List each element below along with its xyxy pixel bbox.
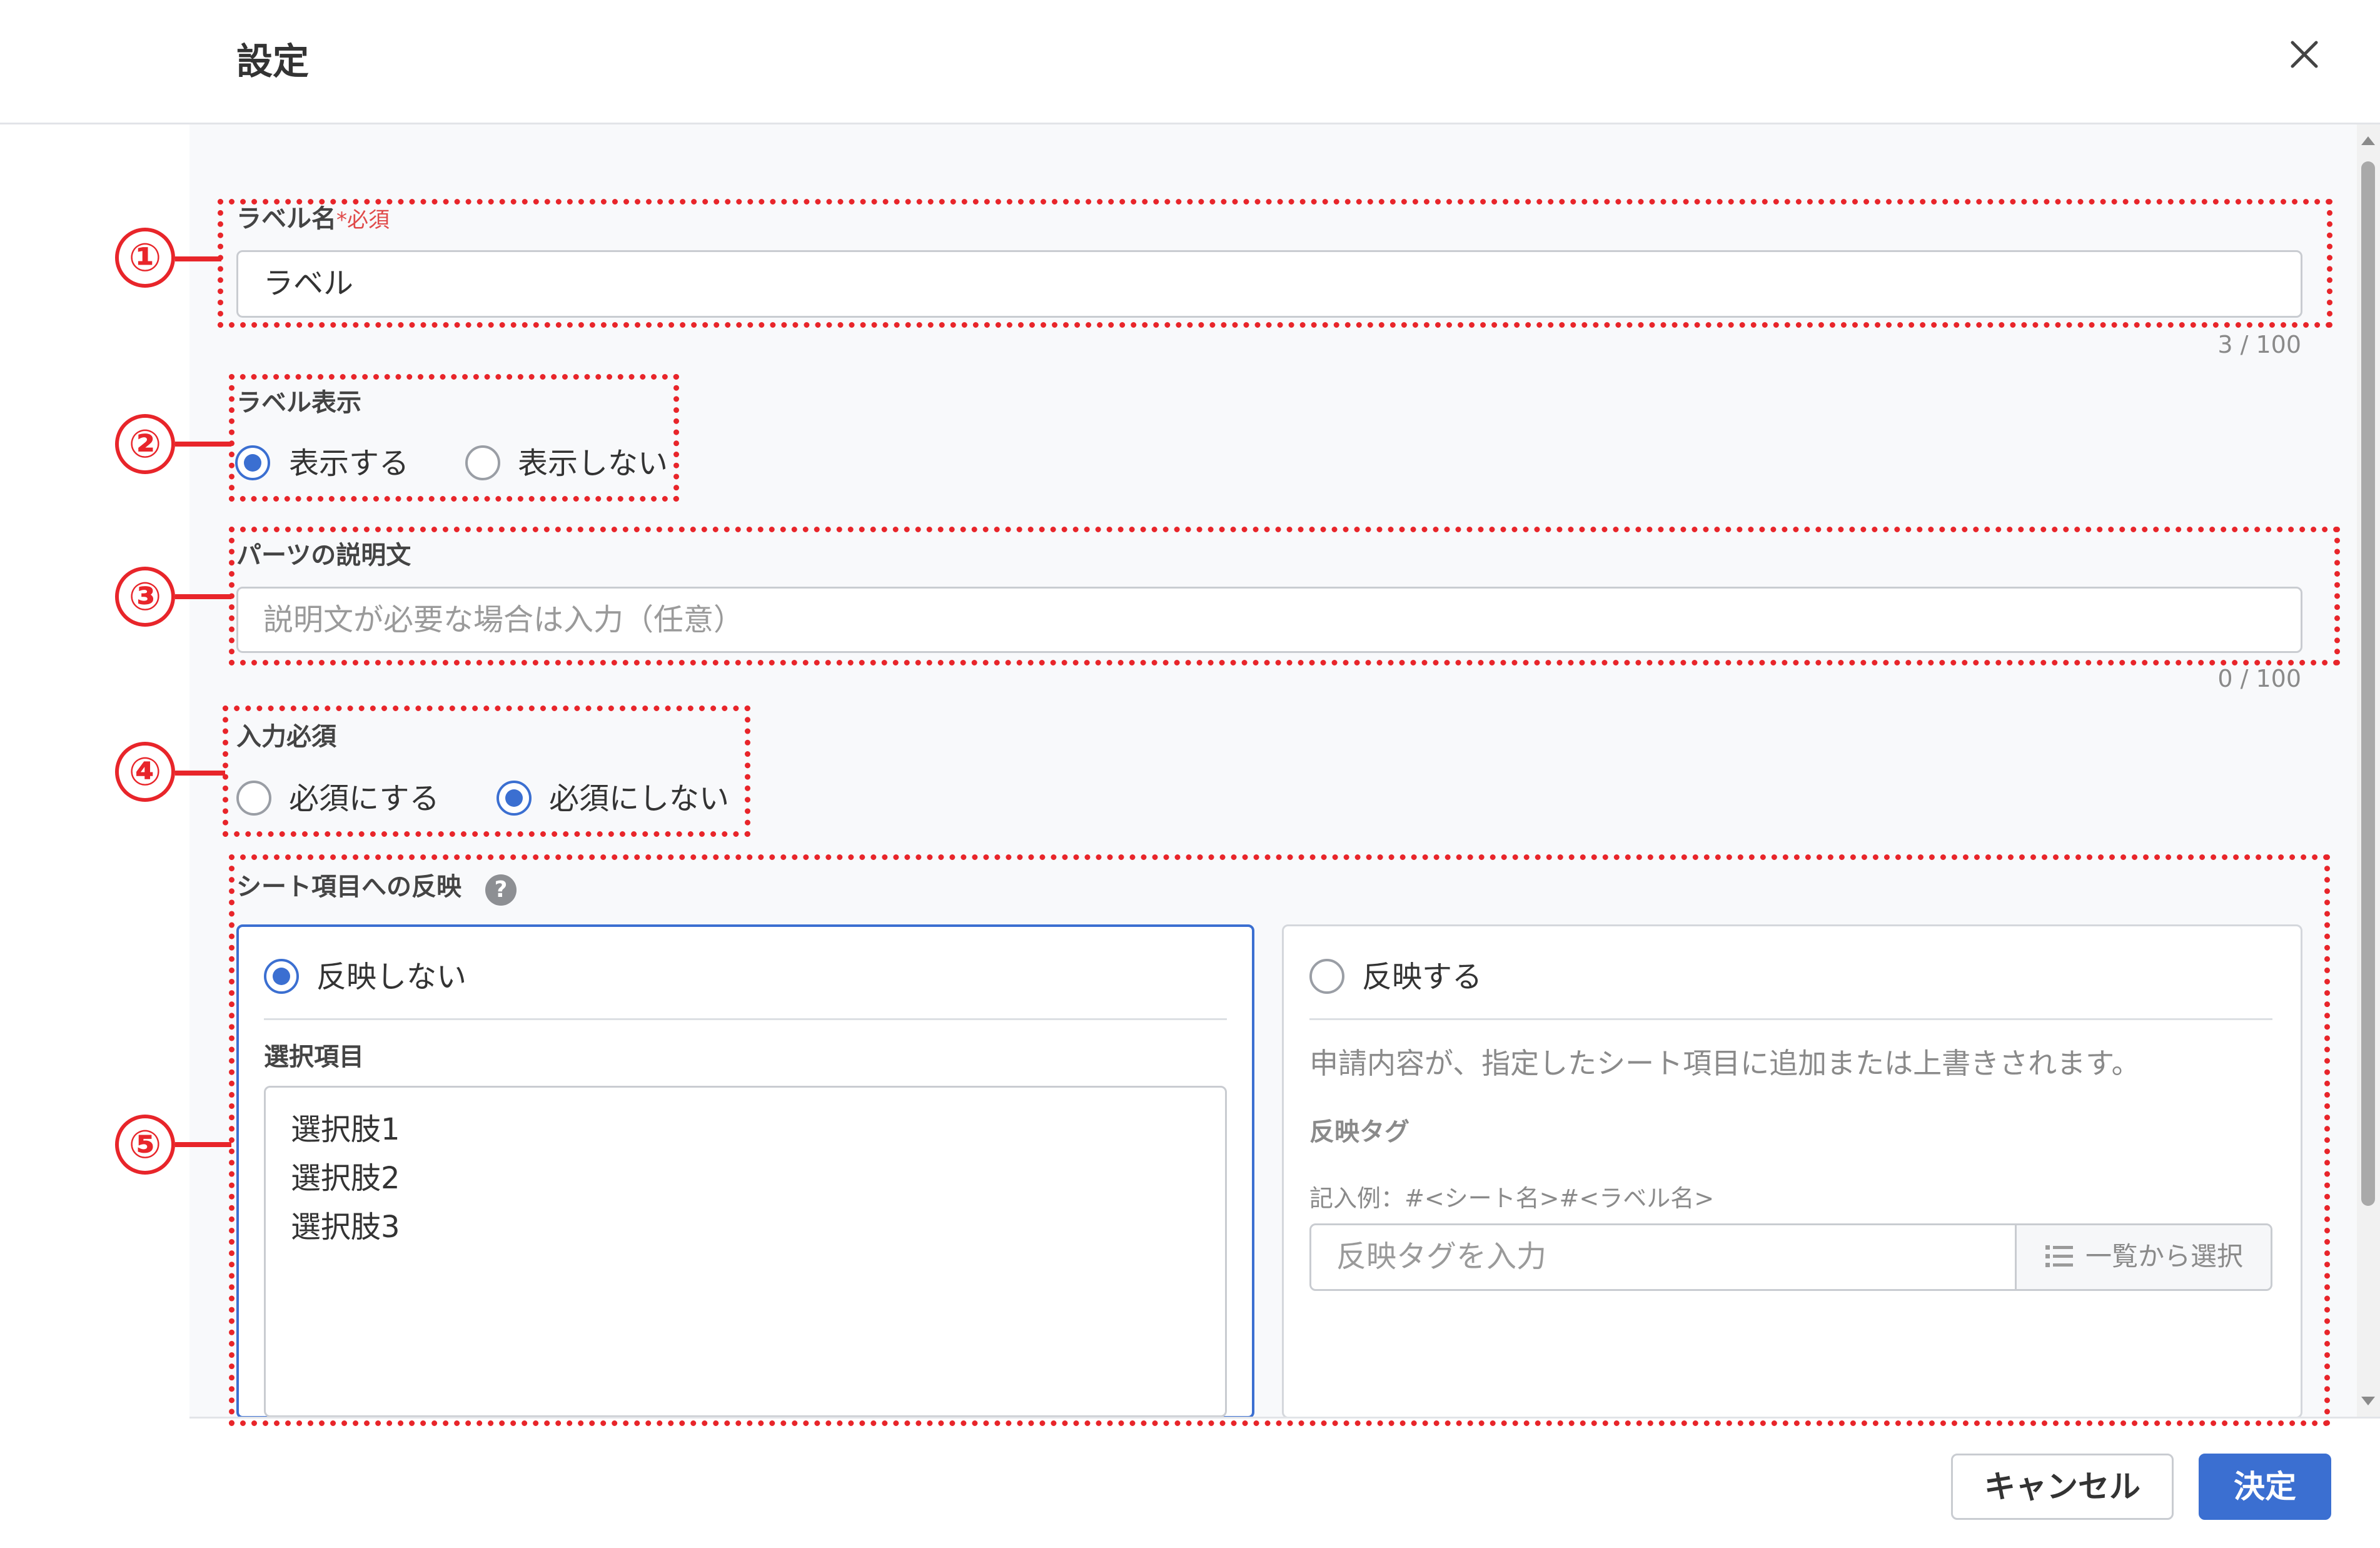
annotation-marker-5: ⑤ — [115, 1115, 175, 1175]
annotation-marker-4: ④ — [115, 742, 175, 802]
description-counter: 0 / 100 — [2217, 665, 2301, 692]
annotation-box-2 — [229, 374, 679, 502]
annotation-leader — [175, 1142, 231, 1147]
annotation-leader — [175, 771, 225, 776]
annotation-box-1 — [218, 199, 2332, 328]
annotation-box-5 — [229, 854, 2330, 1426]
annotation-marker-2: ② — [115, 414, 175, 474]
close-icon[interactable] — [2284, 34, 2325, 75]
scroll-down-icon[interactable] — [2359, 1392, 2377, 1410]
annotation-leader — [175, 594, 231, 599]
annotation-leader — [175, 256, 221, 261]
scroll-up-icon[interactable] — [2359, 131, 2377, 150]
cancel-button[interactable]: キャンセル — [1951, 1454, 2174, 1520]
label-name-counter: 3 / 100 — [2217, 331, 2301, 358]
ok-button[interactable]: 決定 — [2199, 1454, 2331, 1520]
annotation-marker-1: ① — [115, 228, 175, 288]
annotation-box-4 — [223, 706, 750, 837]
annotation-leader — [175, 442, 231, 447]
annotation-box-3 — [229, 527, 2340, 665]
annotation-marker-3: ③ — [115, 567, 175, 627]
dialog-title: 設定 — [236, 40, 310, 83]
footer-divider — [189, 1417, 2380, 1419]
scrollbar-thumb[interactable] — [2361, 161, 2375, 1206]
